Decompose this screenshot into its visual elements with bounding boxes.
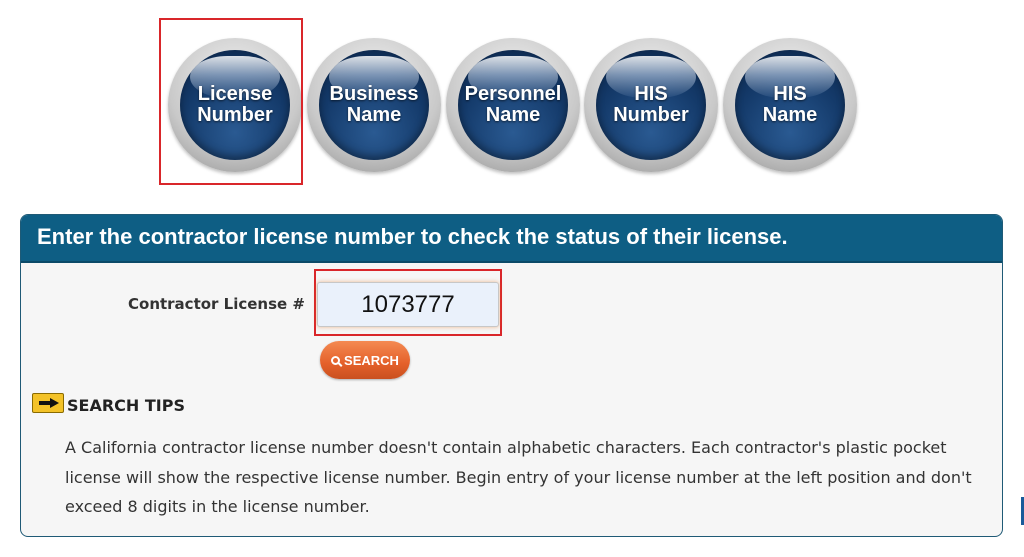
search-button[interactable]: SEARCH (320, 341, 410, 379)
search-button-label: SEARCH (344, 352, 399, 368)
arrow-right-icon (32, 393, 64, 413)
panel-heading: Enter the contractor license number to c… (21, 215, 1002, 263)
page: License Number Business Name Personnel N… (0, 0, 1024, 557)
his-number-button[interactable]: HIS Number (584, 38, 718, 172)
arrow-right-glyph (39, 398, 59, 408)
search-panel: Enter the contractor license number to c… (20, 214, 1003, 537)
his-number-button-line2: Number (613, 104, 689, 126)
business-name-button-line2: Name (346, 104, 402, 126)
his-number-button-line1: HIS (634, 83, 668, 105)
personnel-name-button[interactable]: Personnel Name (446, 38, 580, 172)
his-name-button-line1: HIS (773, 83, 807, 105)
business-name-button-line1: Business (329, 83, 419, 105)
personnel-name-button-line2: Name (485, 104, 541, 126)
magnifier-icon (331, 355, 341, 365)
license-number-input[interactable] (317, 282, 499, 327)
his-name-button-line2: Name (762, 104, 818, 126)
personnel-name-button-line1: Personnel (464, 83, 562, 105)
business-name-button[interactable]: Business Name (307, 38, 441, 172)
his-name-button[interactable]: HIS Name (723, 38, 857, 172)
search-tips-text: A California contractor license number d… (65, 438, 972, 516)
search-tips-title: SEARCH TIPS (67, 396, 185, 415)
contractor-license-label: Contractor License # (128, 295, 306, 313)
selected-mode-highlight (159, 18, 303, 185)
